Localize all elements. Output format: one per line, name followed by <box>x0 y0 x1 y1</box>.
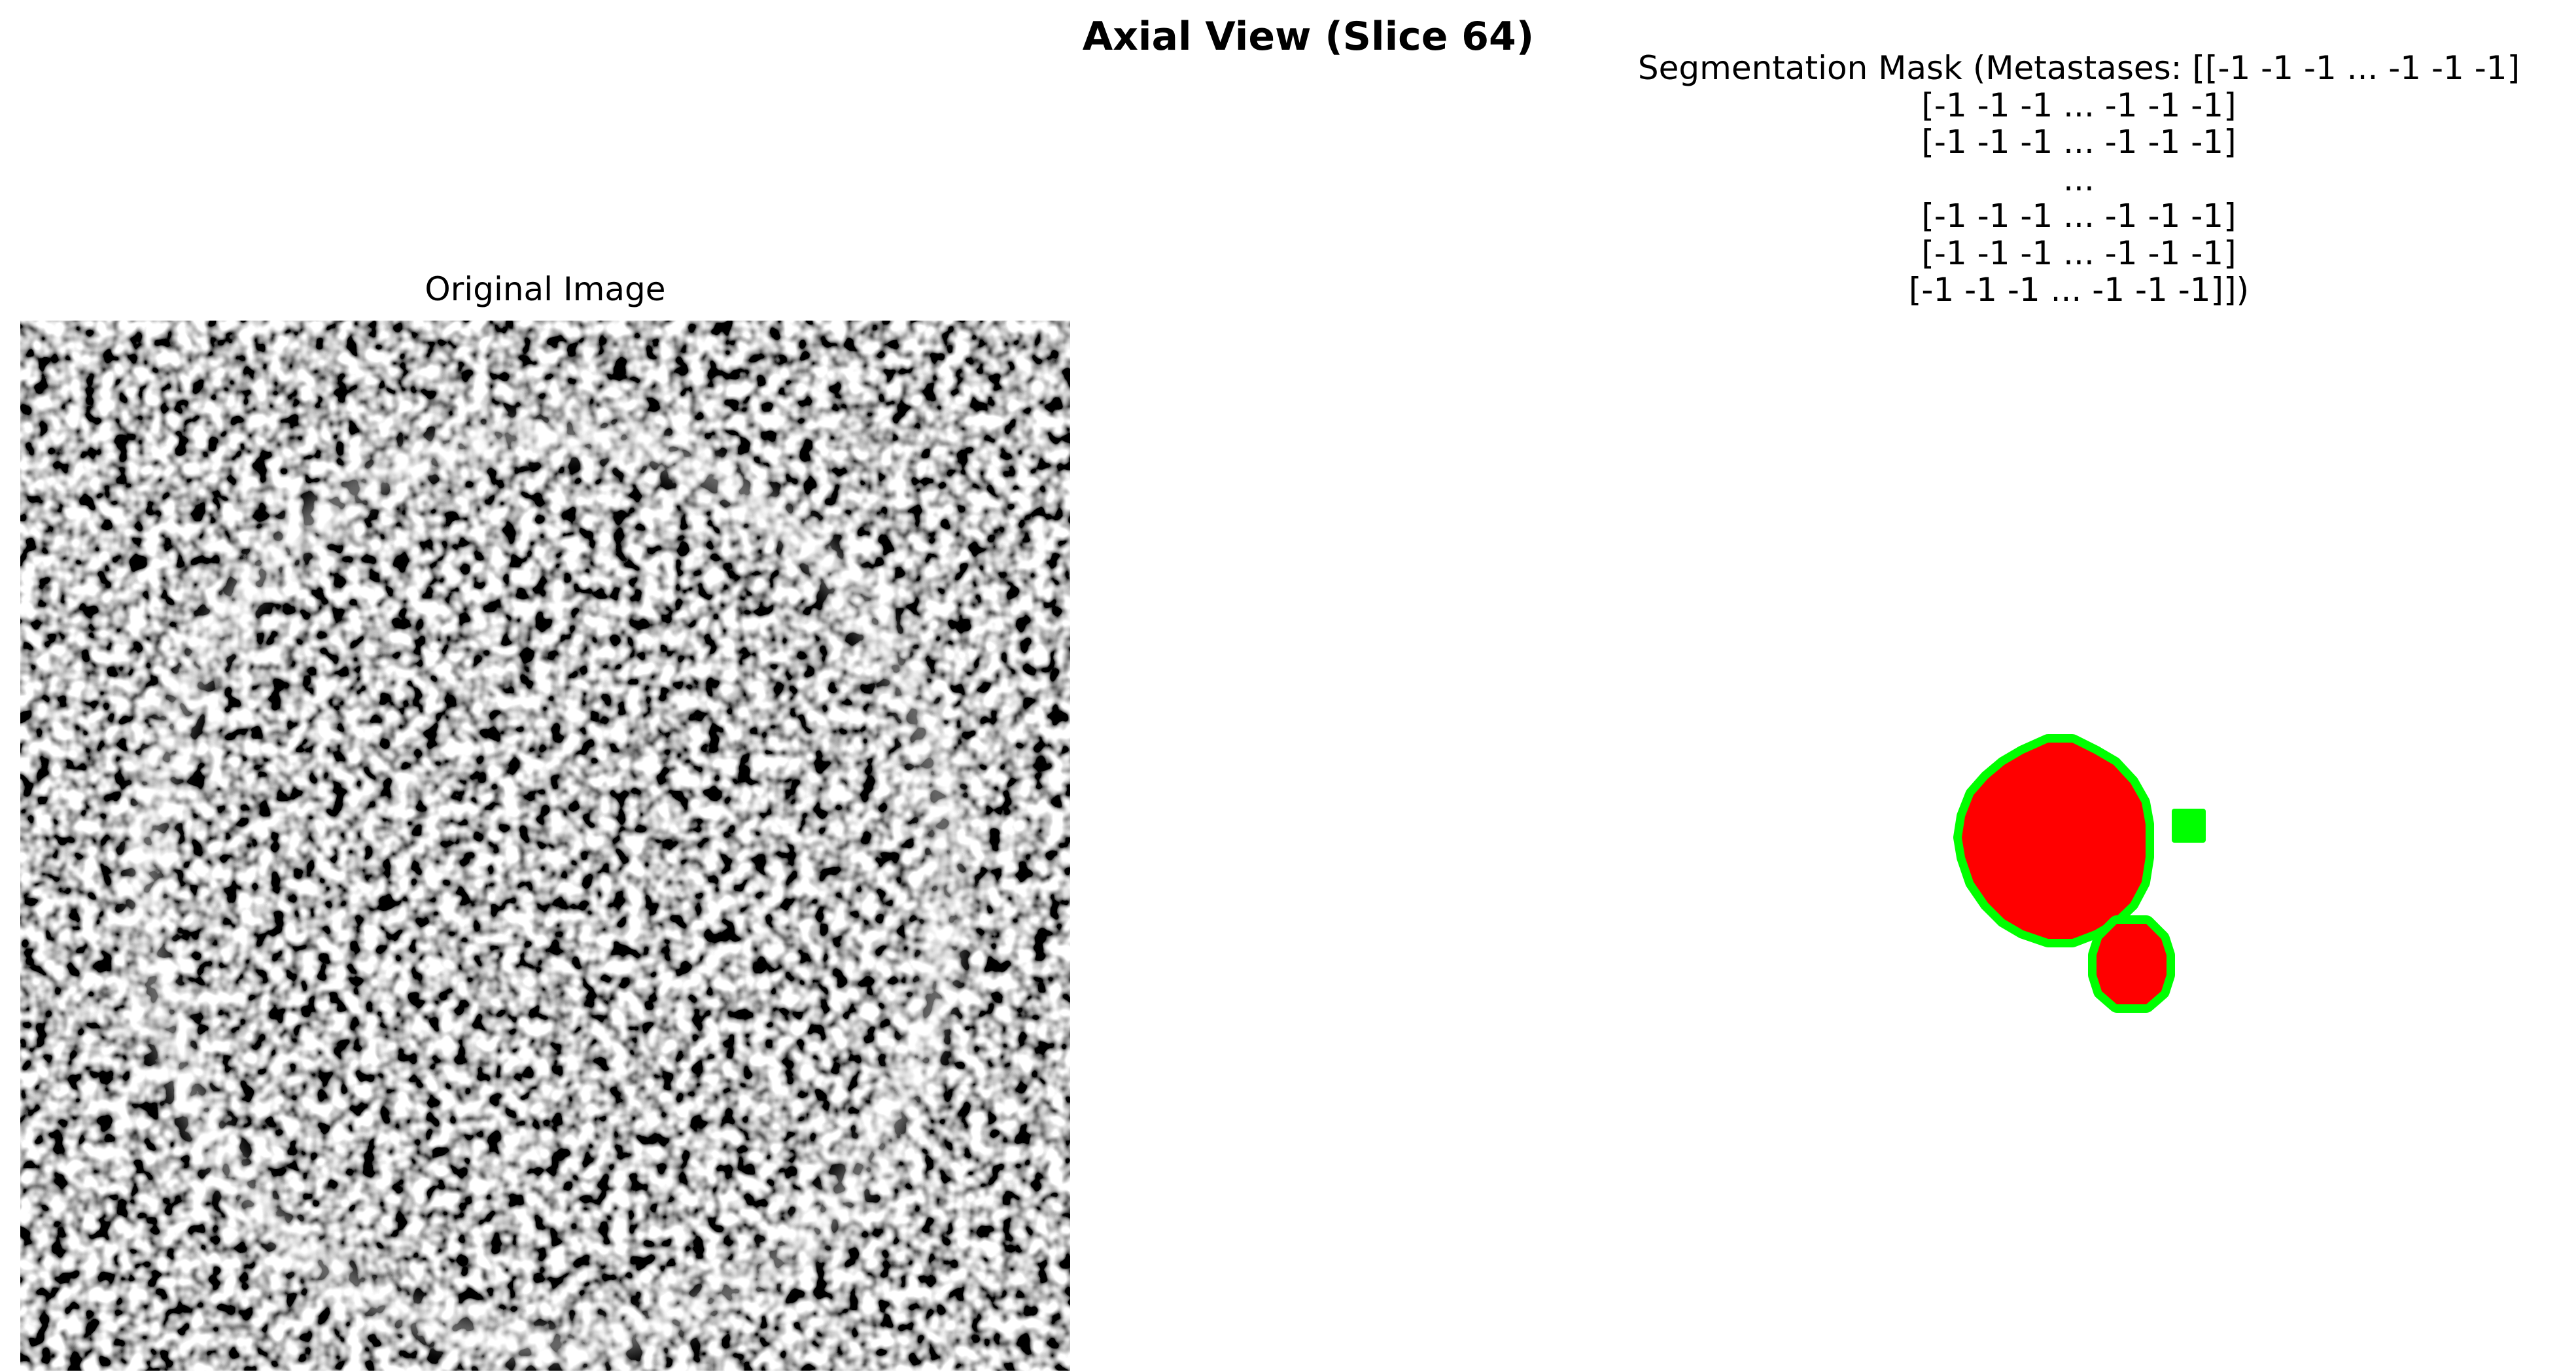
original-image-panel <box>20 321 1070 1371</box>
noise-texture <box>20 321 1070 1371</box>
title-line: [-1 -1 -1 ... -1 -1 -1] <box>1921 234 2237 272</box>
tiny-lesion-marker <box>2172 809 2206 843</box>
title-line: [-1 -1 -1 ... -1 -1 -1] <box>1921 86 2237 124</box>
title-line: [-1 -1 -1 ... -1 -1 -1] <box>1921 197 2237 235</box>
original-image-title: Original Image <box>425 270 666 308</box>
segmentation-mask-panel <box>1555 321 2576 1371</box>
title-line: [-1 -1 -1 ... -1 -1 -1]]) <box>1908 271 2250 309</box>
segmentation-mask-title: Segmentation Mask (Metastases: [[-1 -1 -… <box>1556 50 2576 309</box>
title-line: Segmentation Mask (Metastases: [[-1 -1 -… <box>1637 49 2520 87</box>
segmentation-mask <box>1953 734 2206 1013</box>
small-lesion <box>2097 924 2167 1004</box>
original-image <box>20 321 1070 1371</box>
title-line: ... <box>2063 160 2095 198</box>
title-line: [-1 -1 -1 ... -1 -1 -1] <box>1921 123 2237 161</box>
